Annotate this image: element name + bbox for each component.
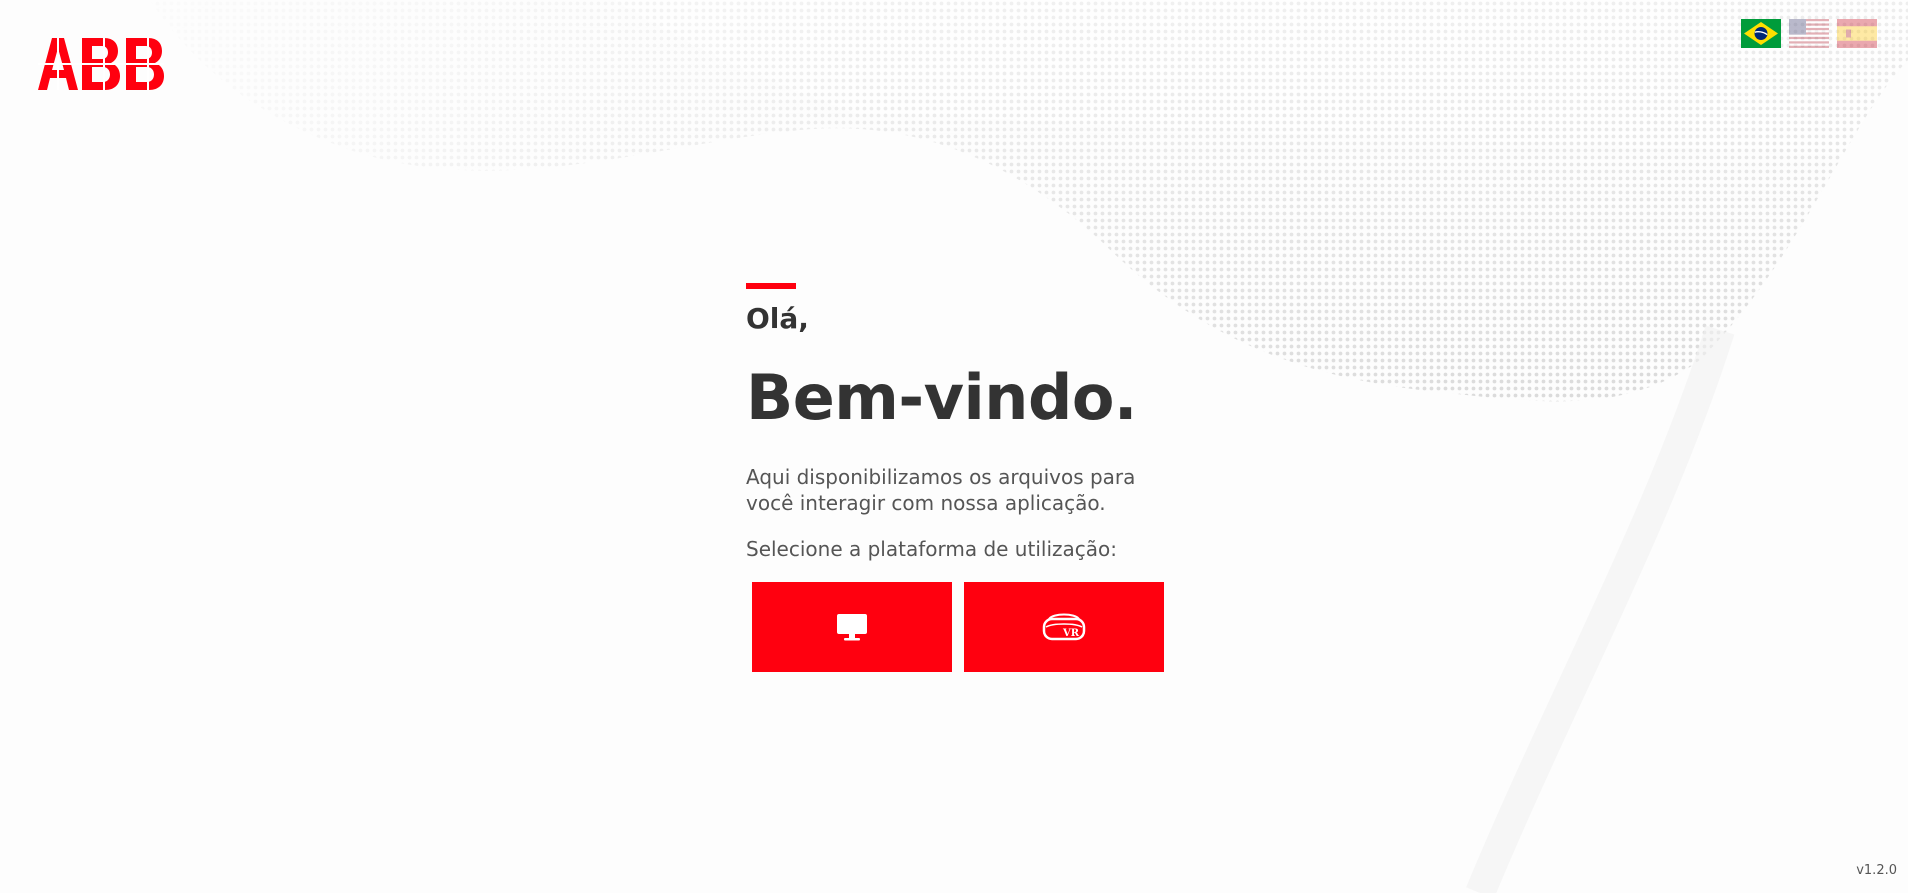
brazil-flag-icon[interactable] — [1741, 19, 1781, 48]
vr-headset-icon: VR — [1042, 613, 1086, 641]
svg-text:VR: VR — [1062, 628, 1080, 639]
vr-platform-button[interactable]: VR — [964, 582, 1164, 672]
description-text: Aqui disponibilizamos os arquivos para v… — [746, 465, 1136, 515]
desktop-platform-button[interactable] — [752, 582, 952, 672]
greeting-text: Olá, — [746, 302, 809, 335]
spain-flag-icon[interactable] — [1837, 19, 1877, 48]
welcome-panel: Olá, Bem-vindo. Aqui disponibilizamos os… — [746, 283, 1186, 672]
version-label: v1.2.0 — [1856, 863, 1897, 878]
usa-flag-icon[interactable] — [1789, 19, 1829, 48]
welcome-heading: Bem-vindo. — [746, 361, 1137, 434]
accent-bar — [746, 283, 796, 289]
platform-buttons: VR — [752, 582, 1186, 672]
language-selector — [1741, 19, 1877, 48]
abb-logo — [38, 38, 164, 90]
platform-select-label: Selecione a plataforma de utilização: — [746, 537, 1117, 561]
desktop-monitor-icon — [837, 614, 867, 641]
